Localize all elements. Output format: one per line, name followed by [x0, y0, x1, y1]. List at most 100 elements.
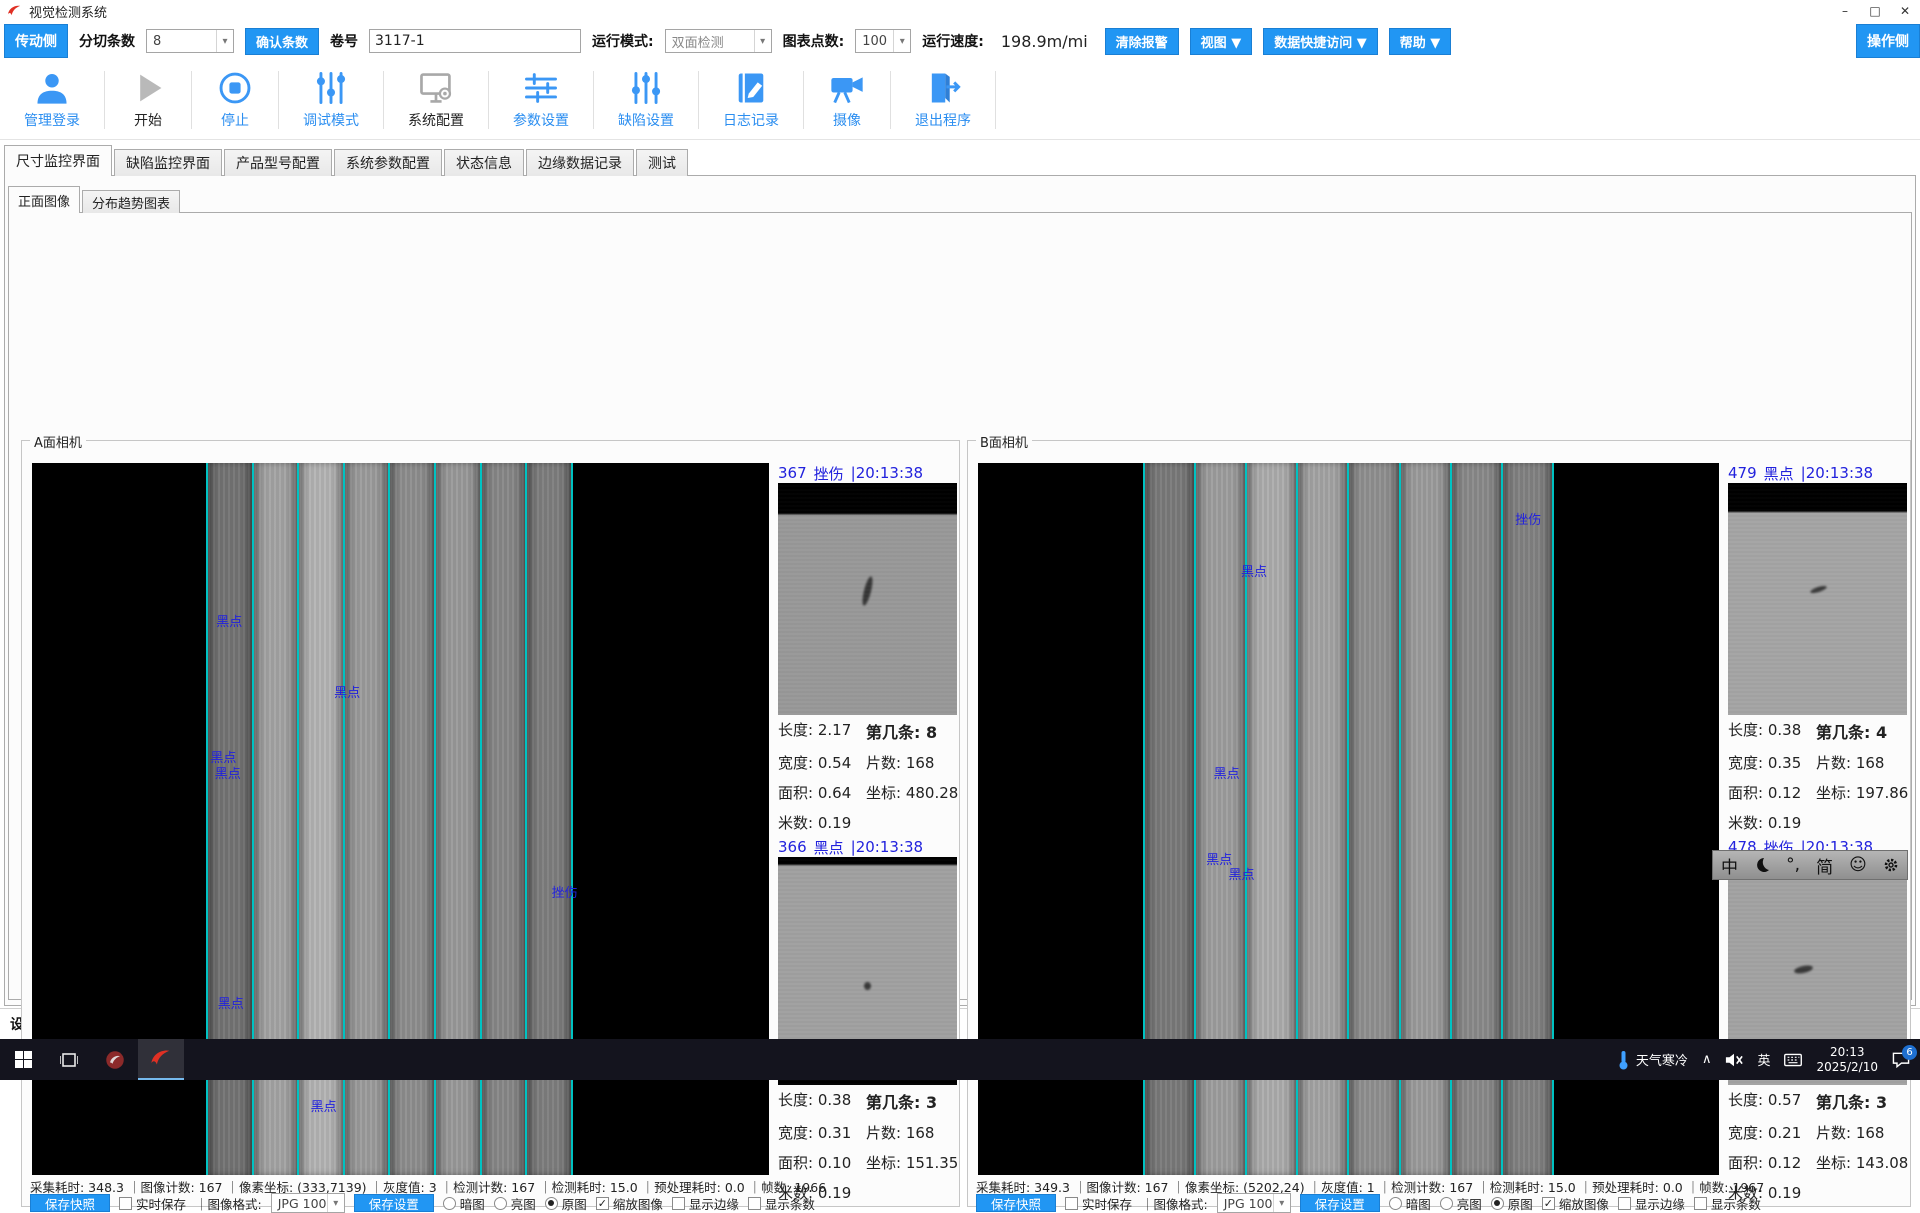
zoom-image-checkbox[interactable]: ✓ 缩放图像 — [596, 1194, 663, 1213]
icon-label: 停止 — [221, 110, 249, 130]
ime-settings-gear-icon[interactable] — [1883, 857, 1899, 873]
monitor-gear-icon — [417, 69, 455, 107]
realtime-save-checkbox[interactable]: 实时保存 — [119, 1194, 186, 1213]
defect-mark-icon — [1810, 585, 1828, 595]
defect-card[interactable]: 366 黑点 |20:13:38 长度: 0.38 第几条: 3 宽度: 0.3… — [778, 837, 961, 1203]
clear-alarm-button[interactable]: 清除报警 — [1105, 28, 1179, 55]
ime-charset-toggle[interactable]: 简 — [1816, 853, 1833, 878]
stat-value: 0.64 — [818, 784, 851, 802]
ime-emoji-button[interactable]: ☺ — [1849, 855, 1867, 875]
run-mode-combo[interactable]: 双面检测 ▾ — [665, 29, 772, 53]
transmission-side-button[interactable]: 传动侧 — [4, 24, 68, 58]
subtab-front-image[interactable]: 正面图像 — [8, 186, 80, 213]
image-format-combo[interactable]: JPG 100 ▾ — [1217, 1193, 1291, 1213]
windows-start-icon — [15, 1051, 32, 1068]
capture-button[interactable]: 摄像 — [804, 65, 890, 135]
logbook-pencil-icon — [732, 69, 770, 107]
vertical-sliders-icon — [627, 69, 665, 107]
tab-status-info[interactable]: 状态信息 — [444, 149, 524, 176]
admin-login-button[interactable]: 管理登录 — [0, 65, 104, 135]
defect-settings-button[interactable]: 缺陷设置 — [594, 65, 698, 135]
stat-value: 197.86 — [1856, 784, 1909, 802]
clock[interactable]: 20:13 2025/2/10 — [1816, 1045, 1878, 1075]
ime-language-indicator[interactable]: 英 — [1757, 1050, 1770, 1069]
icon-label: 调试模式 — [303, 110, 359, 130]
action-center-button[interactable]: 6 — [1892, 1052, 1910, 1068]
active-app-button[interactable] — [138, 1039, 184, 1080]
stop-icon — [216, 69, 254, 107]
help-menu-button[interactable]: 帮助 ▼ — [1389, 28, 1452, 55]
confirm-count-button[interactable]: 确认条数 — [245, 28, 319, 55]
checkbox-label: 显示边缘 — [689, 1194, 739, 1213]
task-view-button[interactable] — [46, 1039, 92, 1080]
ime-language-bar: 中 °, 简 ☺ — [1712, 850, 1908, 880]
operation-side-button[interactable]: 操作侧 — [1856, 24, 1920, 58]
exit-program-button[interactable]: 退出程序 — [891, 65, 995, 135]
zoom-image-checkbox[interactable]: ✓ 缩放图像 — [1542, 1194, 1609, 1213]
original-image-radio[interactable]: 原图 — [1491, 1194, 1533, 1213]
subtab-distribution-chart[interactable]: 分布趋势图表 — [82, 190, 180, 213]
bright-image-radio[interactable]: 亮图 — [494, 1194, 536, 1213]
stat-label: 坐标: — [1816, 1154, 1851, 1172]
data-quick-access-button[interactable]: 数据快捷访问 ▼ — [1263, 28, 1378, 55]
ime-fullwidth-moon-icon[interactable] — [1754, 857, 1770, 873]
realtime-save-checkbox[interactable]: 实时保存 — [1065, 1194, 1132, 1213]
tab-product-model-config[interactable]: 产品型号配置 — [224, 149, 332, 176]
defect-label: 黑点 — [1228, 864, 1254, 883]
stat-label: 米数: — [778, 814, 813, 832]
original-image-radio[interactable]: 原图 — [545, 1194, 587, 1213]
view-menu-button[interactable]: 视图 ▼ — [1190, 28, 1253, 55]
debug-mode-button[interactable]: 调试模式 — [279, 65, 383, 135]
system-config-button[interactable]: 系统配置 — [384, 65, 488, 135]
image-format-combo[interactable]: JPG 100 ▾ — [271, 1193, 345, 1213]
radio-label: 原图 — [562, 1194, 587, 1213]
ime-lang-toggle[interactable]: 中 — [1721, 853, 1738, 878]
tab-system-param-config[interactable]: 系统参数配置 — [334, 149, 442, 176]
speaker-muted-icon[interactable] — [1725, 1052, 1743, 1068]
pinned-app-button[interactable] — [92, 1039, 138, 1080]
dark-image-radio[interactable]: 暗图 — [1389, 1194, 1431, 1213]
save-settings-button[interactable]: 保存设置 — [354, 1194, 434, 1212]
show-strips-checkbox[interactable]: 显示条数 — [748, 1194, 815, 1213]
save-snapshot-button[interactable]: 保存快照 — [976, 1194, 1056, 1212]
stop-button[interactable]: 停止 — [192, 65, 278, 135]
defect-card[interactable]: 479 黑点 |20:13:38 长度: 0.38 第几条: 4 宽度: 0.3… — [1728, 463, 1911, 833]
weather-widget[interactable]: 天气寒冷 — [1616, 1050, 1688, 1070]
tray-expand-chevron-icon[interactable]: ∧ — [1702, 1052, 1712, 1067]
defect-card[interactable]: 367 挫伤 |20:13:38 长度: 2.17 第几条: 8 宽度: 0.5… — [778, 463, 961, 833]
parameter-settings-button[interactable]: 参数设置 — [489, 65, 593, 135]
roll-no-input[interactable] — [369, 29, 581, 53]
tab-test[interactable]: 测试 — [636, 149, 688, 176]
tab-size-monitor[interactable]: 尺寸监控界面 — [4, 145, 112, 176]
taskbar: 天气寒冷 ∧ 英 20:13 2025/2/10 6 — [0, 1039, 1920, 1080]
close-button[interactable]: ✕ — [1890, 0, 1920, 22]
ime-punctuation-toggle[interactable]: °, — [1786, 855, 1800, 875]
bright-image-radio[interactable]: 亮图 — [1440, 1194, 1482, 1213]
maximize-button[interactable]: □ — [1860, 0, 1890, 22]
checkbox-label: 显示边缘 — [1635, 1194, 1685, 1213]
log-record-button[interactable]: 日志记录 — [699, 65, 803, 135]
save-settings-button[interactable]: 保存设置 — [1300, 1194, 1380, 1212]
defect-label: 挫伤 — [1515, 509, 1541, 528]
start-button[interactable] — [0, 1039, 46, 1080]
tab-defect-monitor[interactable]: 缺陷监控界面 — [114, 149, 222, 176]
stat-value: 0.38 — [818, 1091, 851, 1109]
start-button[interactable]: 开始 — [105, 65, 191, 135]
save-snapshot-button[interactable]: 保存快照 — [30, 1194, 110, 1212]
defect-card[interactable]: 478 挫伤 |20:13:38 长度: 0.57 第几条: 3 宽度: 0.2… — [1728, 837, 1911, 1203]
dark-image-radio[interactable]: 暗图 — [443, 1194, 485, 1213]
stat-value: 0.31 — [818, 1124, 851, 1142]
defect-mark-icon — [860, 575, 874, 606]
touch-keyboard-icon[interactable] — [1784, 1053, 1802, 1067]
stat-value: 0.57 — [1768, 1091, 1801, 1109]
image-format-value: JPG 100 — [1224, 1196, 1273, 1211]
show-edges-checkbox[interactable]: 显示边缘 — [672, 1194, 739, 1213]
chart-points-combo[interactable]: 100 ▾ — [855, 29, 911, 53]
radio-label: 原图 — [1508, 1194, 1533, 1213]
tab-edge-data-record[interactable]: 边缘数据记录 — [526, 149, 634, 176]
minimize-button[interactable]: – — [1830, 0, 1860, 22]
show-edges-checkbox[interactable]: 显示边缘 — [1618, 1194, 1685, 1213]
stat-label: 面积: — [1728, 784, 1763, 802]
show-strips-checkbox[interactable]: 显示条数 — [1694, 1194, 1761, 1213]
slit-count-combo[interactable]: 8 ▾ — [146, 29, 234, 53]
